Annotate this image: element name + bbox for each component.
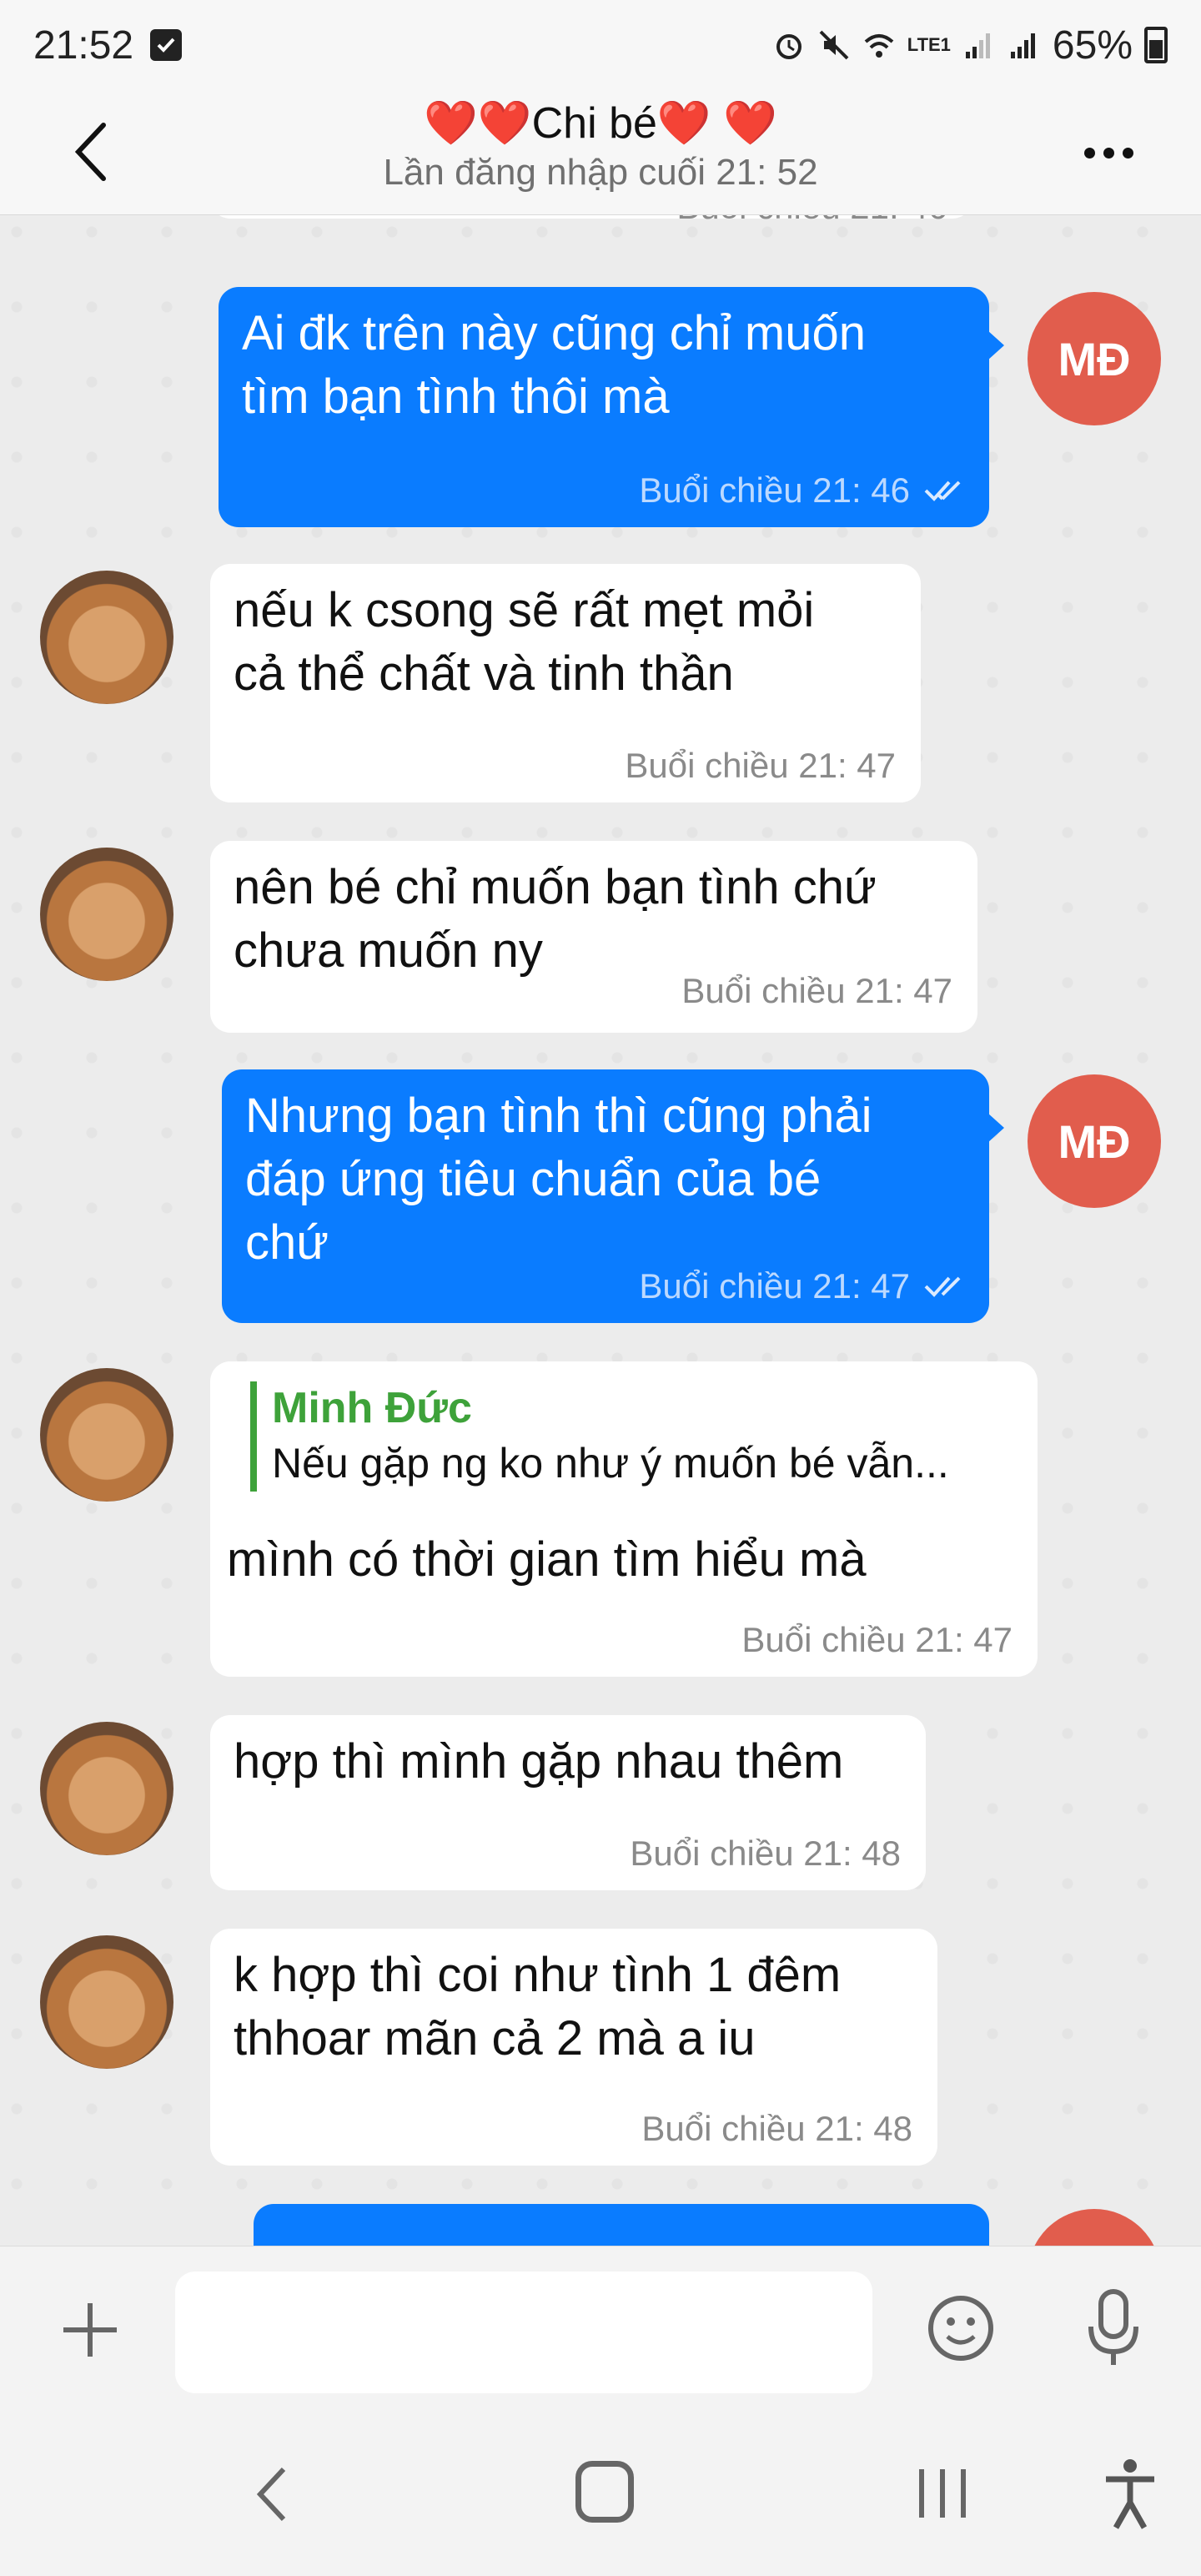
message-bubble-partial[interactable]: Buổi chiều 21: 46: [210, 215, 972, 226]
avatar[interactable]: [40, 1368, 173, 1502]
message-text: nếu k csong sẽ rất mẹt mỏi cả thể chất v…: [234, 583, 815, 701]
double-check-icon: [924, 1276, 961, 1297]
plus-icon[interactable]: [58, 2298, 122, 2362]
message-text: mình có thời gian tìm hiểu mà: [227, 1532, 867, 1587]
last-seen: Lần đăng nhập cuối 21: 52: [383, 152, 818, 193]
accessibility-icon[interactable]: [1101, 2456, 1159, 2531]
avatar[interactable]: [40, 571, 173, 704]
contact-name[interactable]: ❤️❤️Chi bé❤️ ❤️: [0, 90, 1201, 157]
avatar[interactable]: MĐ: [1028, 1074, 1161, 1208]
double-check-icon: [924, 480, 961, 501]
message-bubble-incoming[interactable]: nếu k csong sẽ rất mẹt mỏi cả thể chất v…: [210, 564, 921, 802]
quote-author: Minh Đức: [272, 1384, 472, 1432]
signal-icon: [965, 33, 990, 58]
nav-back-icon[interactable]: [250, 2461, 292, 2528]
avatar[interactable]: MĐ: [1028, 292, 1161, 425]
avatar-partial[interactable]: [1028, 2209, 1161, 2246]
quote-text: Nếu gặp ng ko như ý muốn bé vẫn...: [272, 1440, 949, 1487]
message-bubble-outgoing[interactable]: Ai đk trên này cũng chỉ muốn tìm bạn tìn…: [219, 287, 1004, 527]
avatar[interactable]: [40, 1935, 173, 2069]
message-text: nên bé chỉ muốn bạn tình chứ chưa muốn n…: [234, 860, 877, 978]
message-list[interactable]: Buổi chiều 21: 46 Ai đk trên này cũng ch…: [0, 215, 1201, 2246]
message-input[interactable]: [175, 2272, 872, 2393]
notification-check-icon: [150, 29, 183, 61]
nav-home-icon[interactable]: [575, 2461, 634, 2523]
avatar[interactable]: [40, 848, 173, 981]
composer-bar: [0, 2246, 1201, 2412]
message-bubble-incoming[interactable]: hợp thì mình gặp nhau thêm Buổi chiều 21…: [210, 1715, 926, 1890]
message-time: Buổi chiều 21: 47: [639, 1266, 910, 1306]
message-text: hợp thì mình gặp nhau thêm: [234, 1734, 844, 1789]
message-bubble-incoming[interactable]: k hợp thì coi như tình 1 đêm thhoar mãn …: [210, 1929, 937, 2166]
message-bubble-outgoing[interactable]: Nhưng bạn tình thì cũng phải đáp ứng tiê…: [222, 1069, 1004, 1323]
message-text: Ai đk trên này cũng chỉ muốn tìm bạn tìn…: [242, 306, 866, 424]
microphone-icon[interactable]: [1084, 2288, 1143, 2368]
nav-recents-icon[interactable]: [913, 2464, 972, 2523]
signal-icon-2: [1010, 33, 1035, 58]
message-time: Buổi chiều 21: 47: [625, 746, 896, 785]
message-text: k hợp thì coi như tình 1 đêm thhoar mãn …: [234, 1948, 842, 2065]
emoji-icon[interactable]: [926, 2293, 996, 2363]
battery-icon: [1144, 27, 1168, 63]
more-options-icon[interactable]: [1084, 140, 1143, 165]
message-time: Buổi chiều 21: 48: [641, 2109, 912, 2148]
avatar[interactable]: [40, 1722, 173, 1855]
message-bubble-incoming-reply[interactable]: Minh Đức Nếu gặp ng ko như ý muốn bé vẫn…: [210, 1361, 1038, 1677]
system-nav-bar: [0, 2412, 1201, 2576]
network-label: LTE1: [907, 34, 951, 55]
message-text: Nhưng bạn tình thì cũng phải đáp ứng tiê…: [245, 1089, 872, 1270]
message-bubble-outgoing-partial[interactable]: [254, 2204, 989, 2246]
battery-percent: 65%: [1052, 23, 1133, 68]
mute-icon: [819, 30, 849, 60]
wifi-icon: [864, 34, 894, 58]
message-time: Buổi chiều 21: 47: [681, 971, 952, 1010]
status-bar: 21:52 LTE1 65%: [0, 0, 1201, 90]
chat-header: ❤️❤️Chi bé❤️ ❤️ Lần đăng nhập cuối 21: 5…: [0, 90, 1201, 215]
message-time: Buổi chiều 21: 48: [630, 1834, 901, 1873]
message-time: Buổi chiều 21: 47: [741, 1620, 1013, 1659]
message-bubble-incoming[interactable]: nên bé chỉ muốn bạn tình chứ chưa muốn n…: [210, 841, 977, 1033]
status-icons: LTE1 65%: [772, 23, 1168, 68]
message-time: Buổi chiều 21: 46: [639, 470, 910, 510]
alarm-icon: [776, 34, 802, 59]
status-time: 21:52: [33, 23, 134, 68]
reply-quote[interactable]: Minh Đức Nếu gặp ng ko như ý muốn bé vẫn…: [250, 1381, 949, 1492]
